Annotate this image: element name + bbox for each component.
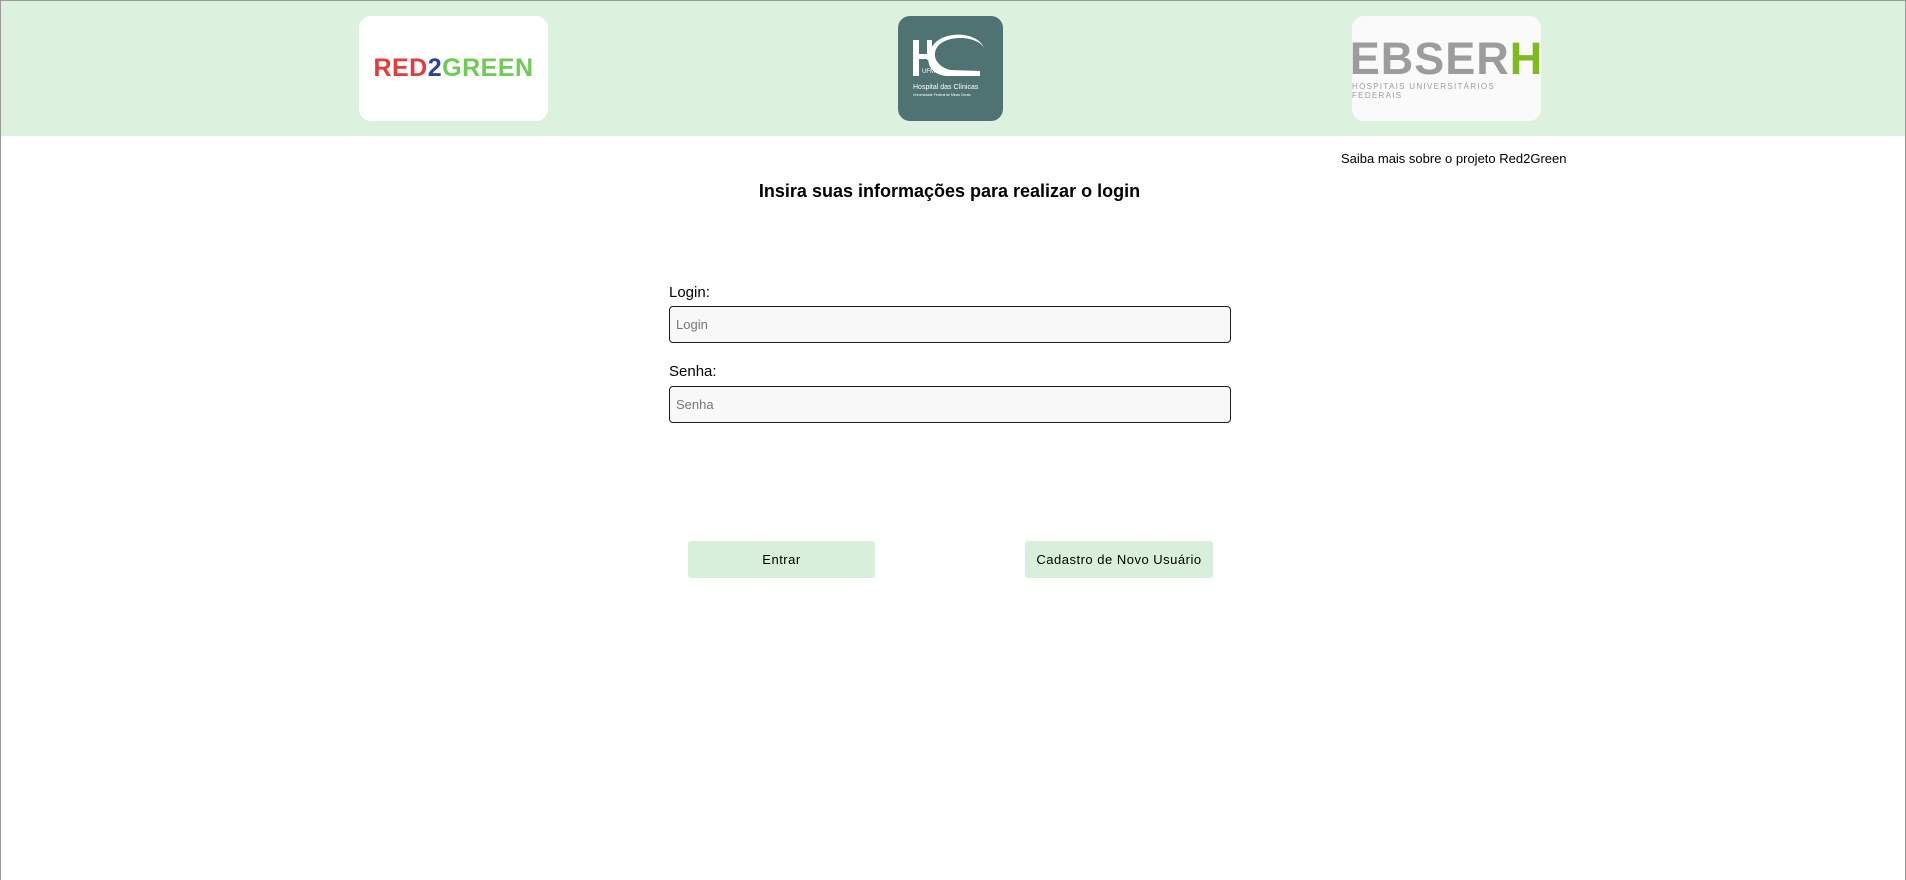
- red2green-logo-red: RED: [373, 54, 428, 82]
- hc-ufmg-logo: UFMG Hospital das Clínicas Universidade …: [898, 16, 1003, 121]
- ebserh-logo-gray: EBSER: [1352, 33, 1510, 84]
- cadastro-novo-usuario-button[interactable]: Cadastro de Novo Usuário: [1025, 541, 1213, 578]
- hc-logo-name: Hospital das Clínicas: [913, 84, 979, 91]
- senha-label: Senha:: [669, 363, 717, 380]
- header: RED2GREEN UFMG Hospital das Clínicas Uni…: [1, 1, 1905, 136]
- red2green-logo-two: 2: [427, 54, 443, 82]
- page: RED2GREEN UFMG Hospital das Clínicas Uni…: [0, 0, 1906, 880]
- entrar-button[interactable]: Entrar: [688, 541, 875, 578]
- red2green-logo-green: GREEN: [442, 54, 534, 82]
- red2green-logo-text: RED2GREEN: [373, 54, 533, 83]
- login-input[interactable]: [669, 306, 1231, 343]
- ebserh-logo-text: EBSERH: [1352, 36, 1541, 81]
- hc-logo-university: Universidade Federal de Minas Gerais: [913, 93, 971, 97]
- about-project-link[interactable]: Saiba mais sobre o projeto Red2Green: [1341, 151, 1566, 166]
- login-label: Login:: [669, 284, 710, 301]
- page-title: Insira suas informações para realizar o …: [758, 181, 1141, 201]
- hc-logo-icon: UFMG Hospital das Clínicas Universidade …: [913, 34, 984, 97]
- red2green-logo: RED2GREEN: [359, 16, 548, 121]
- ebserh-logo-subtitle: HOSPITAIS UNIVERSITÁRIOS FEDERAIS: [1352, 82, 1496, 100]
- ebserh-logo-green: H: [1509, 33, 1541, 84]
- ebserh-logo: EBSERH HOSPITAIS UNIVERSITÁRIOS FEDERAIS: [1352, 16, 1541, 121]
- hc-logo-ufmg: UFMG: [922, 69, 940, 75]
- senha-input[interactable]: [669, 386, 1231, 423]
